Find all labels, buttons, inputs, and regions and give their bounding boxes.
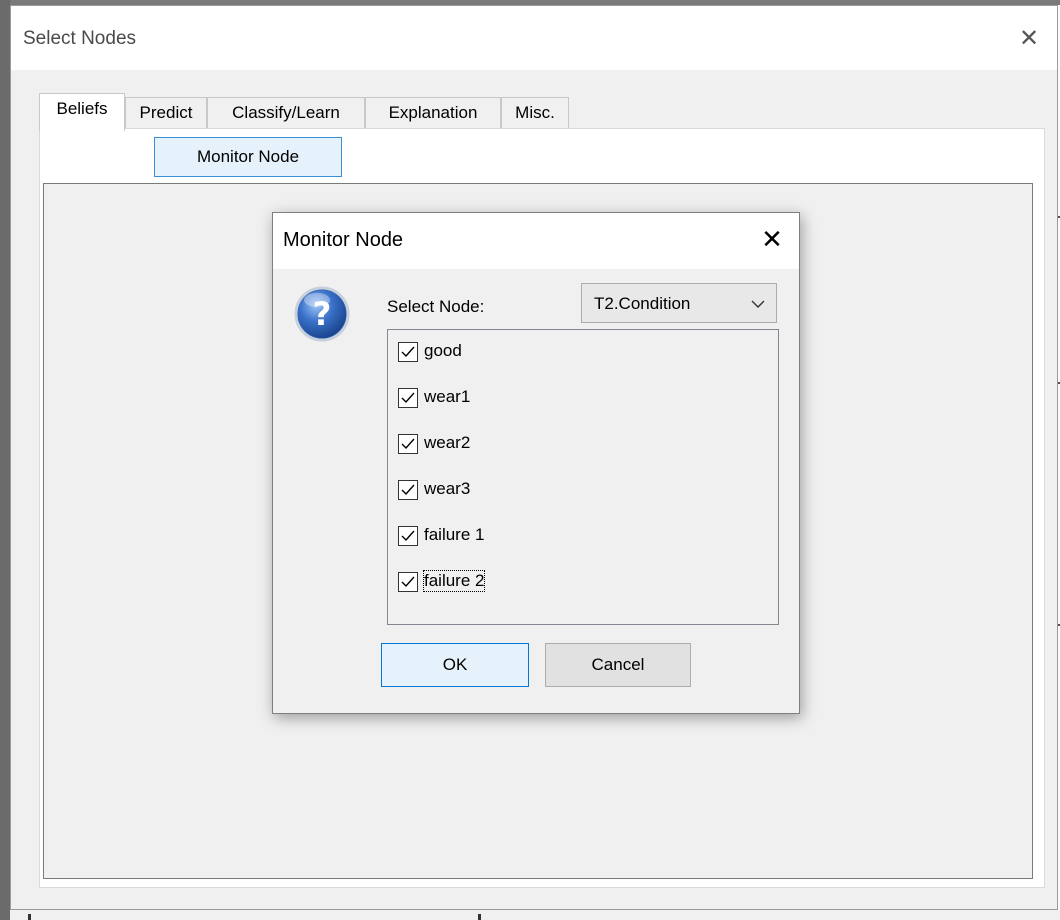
svg-text:?: ? xyxy=(313,295,332,333)
background-window-strip xyxy=(10,910,1060,920)
background-window-edge xyxy=(0,0,10,920)
ok-button[interactable]: OK xyxy=(381,643,529,687)
item-label: failure 2 xyxy=(422,570,486,592)
checkbox[interactable] xyxy=(398,434,418,454)
window-title: Select Nodes xyxy=(23,28,137,49)
item-label: wear1 xyxy=(424,387,471,406)
checkbox[interactable] xyxy=(398,342,418,362)
item-label: good xyxy=(424,341,462,360)
tab-beliefs[interactable]: Beliefs xyxy=(39,93,125,131)
dialog-titlebar[interactable]: Monitor Node ✕ xyxy=(273,213,799,269)
node-select-value: T2.Condition xyxy=(594,294,691,313)
screen: Select Nodes ✕ Beliefs Predict Classify/… xyxy=(0,0,1060,920)
checkbox[interactable] xyxy=(398,480,418,500)
checkbox[interactable] xyxy=(398,526,418,546)
tab-misc[interactable]: Misc. xyxy=(501,97,569,129)
dialog-close-icon[interactable]: ✕ xyxy=(757,225,787,255)
item-label: failure 1 xyxy=(424,525,485,544)
cancel-button[interactable]: Cancel xyxy=(545,643,691,687)
monitor-node-tab-button[interactable]: Monitor Node xyxy=(154,137,342,177)
window-titlebar[interactable]: Select Nodes ✕ xyxy=(11,6,1057,70)
item-label: wear2 xyxy=(424,433,471,452)
monitor-node-dialog: Monitor Node ✕ ? Select Node: T2.Conditi… xyxy=(272,212,800,714)
chevron-down-icon xyxy=(751,300,765,308)
window-close-icon[interactable]: ✕ xyxy=(1015,24,1043,52)
tab-classify-learn[interactable]: Classify/Learn xyxy=(207,97,365,129)
checkbox[interactable] xyxy=(398,388,418,408)
tab-predict[interactable]: Predict xyxy=(125,97,207,129)
tab-explanation[interactable]: Explanation xyxy=(365,97,501,129)
node-select-dropdown[interactable]: T2.Condition xyxy=(581,283,777,323)
state-checklist[interactable]: good wear1 wear2 wear3 failure 1 failure… xyxy=(387,329,779,625)
checkbox[interactable] xyxy=(398,572,418,592)
select-node-label: Select Node: xyxy=(387,297,485,316)
dialog-title: Monitor Node xyxy=(283,229,404,251)
item-label: wear3 xyxy=(424,479,471,498)
question-icon: ? xyxy=(293,285,351,343)
